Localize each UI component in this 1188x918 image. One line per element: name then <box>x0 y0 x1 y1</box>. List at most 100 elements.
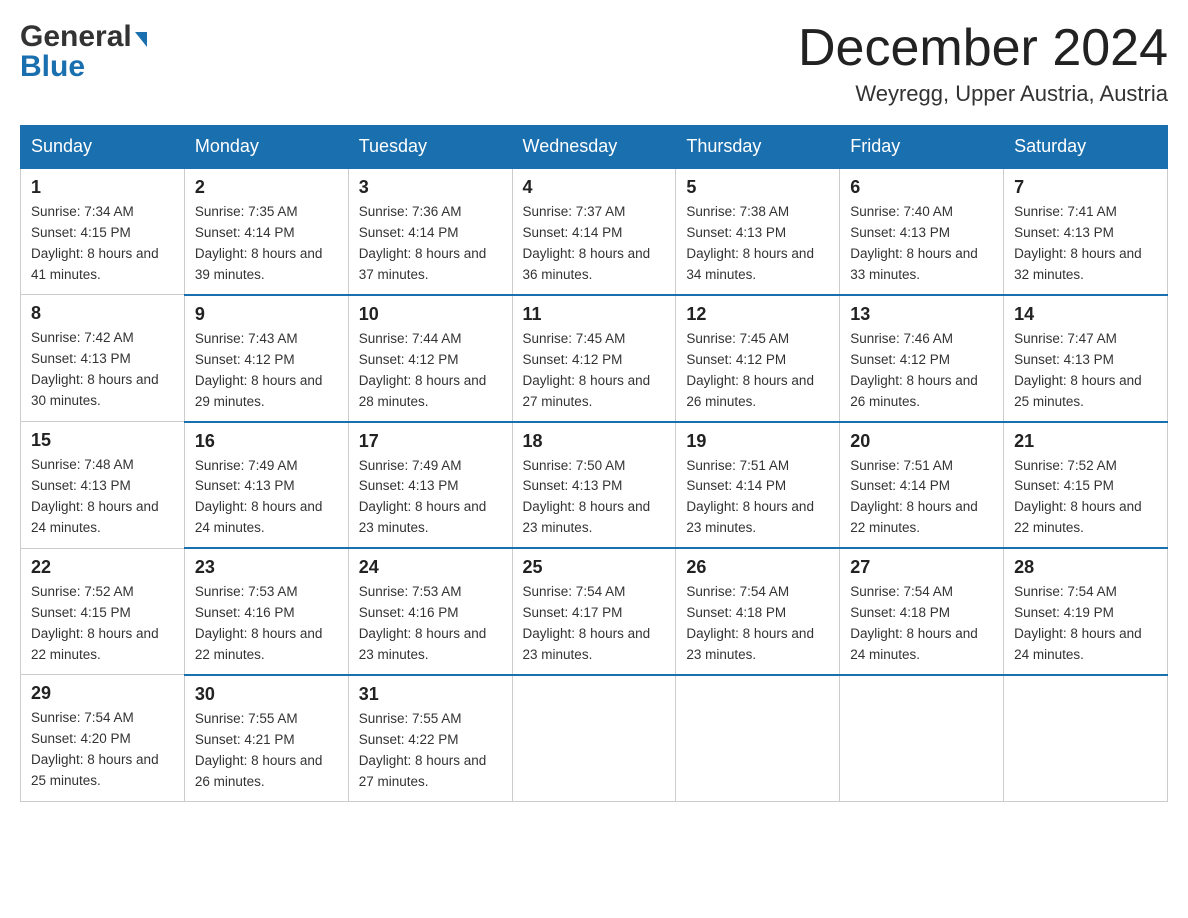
day-info: Sunrise: 7:50 AMSunset: 4:13 PMDaylight:… <box>523 456 666 540</box>
calendar-cell: 2 Sunrise: 7:35 AMSunset: 4:14 PMDaylight… <box>184 168 348 295</box>
calendar-cell: 16 Sunrise: 7:49 AMSunset: 4:13 PMDayligh… <box>184 422 348 549</box>
week-row-2: 8 Sunrise: 7:42 AMSunset: 4:13 PMDaylight… <box>21 295 1168 422</box>
day-info: Sunrise: 7:42 AMSunset: 4:13 PMDaylight:… <box>31 328 174 412</box>
calendar-cell: 20 Sunrise: 7:51 AMSunset: 4:14 PMDayligh… <box>840 422 1004 549</box>
calendar-cell: 12 Sunrise: 7:45 AMSunset: 4:12 PMDayligh… <box>676 295 840 422</box>
calendar-cell: 7 Sunrise: 7:41 AMSunset: 4:13 PMDaylight… <box>1004 168 1168 295</box>
calendar-cell: 21 Sunrise: 7:52 AMSunset: 4:15 PMDayligh… <box>1004 422 1168 549</box>
day-info: Sunrise: 7:34 AMSunset: 4:15 PMDaylight:… <box>31 202 174 286</box>
day-info: Sunrise: 7:35 AMSunset: 4:14 PMDaylight:… <box>195 202 338 286</box>
calendar-cell: 11 Sunrise: 7:45 AMSunset: 4:12 PMDayligh… <box>512 295 676 422</box>
day-number: 22 <box>31 557 174 578</box>
calendar-cell: 4Sunrise: 7:37 AMSunset: 4:14 PMDaylight… <box>512 168 676 295</box>
calendar-cell: 6Sunrise: 7:40 AMSunset: 4:13 PMDaylight… <box>840 168 1004 295</box>
day-number: 9 <box>195 304 338 325</box>
calendar-cell <box>840 675 1004 801</box>
day-number: 16 <box>195 431 338 452</box>
logo-blue-text: Blue <box>20 52 85 82</box>
day-info: Sunrise: 7:41 AMSunset: 4:13 PMDaylight:… <box>1014 202 1157 286</box>
calendar-cell: 1 Sunrise: 7:34 AMSunset: 4:15 PMDaylight… <box>21 168 185 295</box>
day-number: 3 <box>359 177 502 198</box>
day-number: 8 <box>31 303 174 324</box>
calendar-cell: 23Sunrise: 7:53 AMSunset: 4:16 PMDayligh… <box>184 548 348 675</box>
logo-triangle-icon <box>135 32 147 47</box>
day-number: 21 <box>1014 431 1157 452</box>
day-info: Sunrise: 7:45 AMSunset: 4:12 PMDaylight:… <box>523 329 666 413</box>
day-number: 26 <box>686 557 829 578</box>
day-info: Sunrise: 7:45 AMSunset: 4:12 PMDaylight:… <box>686 329 829 413</box>
calendar-cell: 13 Sunrise: 7:46 AMSunset: 4:12 PMDayligh… <box>840 295 1004 422</box>
calendar-cell: 9 Sunrise: 7:43 AMSunset: 4:12 PMDaylight… <box>184 295 348 422</box>
calendar-cell: 28 Sunrise: 7:54 AMSunset: 4:19 PMDayligh… <box>1004 548 1168 675</box>
day-number: 1 <box>31 177 174 198</box>
calendar-cell: 14Sunrise: 7:47 AMSunset: 4:13 PMDayligh… <box>1004 295 1168 422</box>
day-info: Sunrise: 7:46 AMSunset: 4:12 PMDaylight:… <box>850 329 993 413</box>
calendar-cell: 18 Sunrise: 7:50 AMSunset: 4:13 PMDayligh… <box>512 422 676 549</box>
calendar-cell: 8 Sunrise: 7:42 AMSunset: 4:13 PMDaylight… <box>21 295 185 422</box>
header-day-monday: Monday <box>184 126 348 169</box>
calendar-header-row: SundayMondayTuesdayWednesdayThursdayFrid… <box>21 126 1168 169</box>
day-number: 10 <box>359 304 502 325</box>
calendar-cell <box>1004 675 1168 801</box>
day-number: 2 <box>195 177 338 198</box>
header-day-sunday: Sunday <box>21 126 185 169</box>
day-number: 20 <box>850 431 993 452</box>
day-number: 18 <box>523 431 666 452</box>
day-info: Sunrise: 7:51 AMSunset: 4:14 PMDaylight:… <box>686 456 829 540</box>
header-day-wednesday: Wednesday <box>512 126 676 169</box>
calendar-cell: 24Sunrise: 7:53 AMSunset: 4:16 PMDayligh… <box>348 548 512 675</box>
day-number: 24 <box>359 557 502 578</box>
day-number: 4 <box>523 177 666 198</box>
day-info: Sunrise: 7:36 AMSunset: 4:14 PMDaylight:… <box>359 202 502 286</box>
calendar-cell: 10Sunrise: 7:44 AMSunset: 4:12 PMDayligh… <box>348 295 512 422</box>
day-info: Sunrise: 7:40 AMSunset: 4:13 PMDaylight:… <box>850 202 993 286</box>
day-info: Sunrise: 7:43 AMSunset: 4:12 PMDaylight:… <box>195 329 338 413</box>
day-number: 30 <box>195 684 338 705</box>
calendar-cell: 5Sunrise: 7:38 AMSunset: 4:13 PMDaylight… <box>676 168 840 295</box>
day-info: Sunrise: 7:51 AMSunset: 4:14 PMDaylight:… <box>850 456 993 540</box>
calendar-cell: 17 Sunrise: 7:49 AMSunset: 4:13 PMDayligh… <box>348 422 512 549</box>
calendar-cell: 15Sunrise: 7:48 AMSunset: 4:13 PMDayligh… <box>21 422 185 549</box>
day-info: Sunrise: 7:55 AMSunset: 4:22 PMDaylight:… <box>359 709 502 793</box>
day-number: 13 <box>850 304 993 325</box>
logo: General Blue <box>20 20 147 82</box>
day-number: 28 <box>1014 557 1157 578</box>
day-info: Sunrise: 7:54 AMSunset: 4:19 PMDaylight:… <box>1014 582 1157 666</box>
header-day-tuesday: Tuesday <box>348 126 512 169</box>
title-area: December 2024 Weyregg, Upper Austria, Au… <box>798 20 1168 107</box>
calendar-cell: 25 Sunrise: 7:54 AMSunset: 4:17 PMDayligh… <box>512 548 676 675</box>
day-info: Sunrise: 7:52 AMSunset: 4:15 PMDaylight:… <box>31 582 174 666</box>
day-number: 17 <box>359 431 502 452</box>
day-number: 12 <box>686 304 829 325</box>
day-number: 11 <box>523 304 666 325</box>
calendar-cell: 27 Sunrise: 7:54 AMSunset: 4:18 PMDayligh… <box>840 548 1004 675</box>
day-info: Sunrise: 7:53 AMSunset: 4:16 PMDaylight:… <box>195 582 338 666</box>
day-number: 29 <box>31 683 174 704</box>
day-number: 14 <box>1014 304 1157 325</box>
day-number: 15 <box>31 430 174 451</box>
calendar-cell: 22 Sunrise: 7:52 AMSunset: 4:15 PMDayligh… <box>21 548 185 675</box>
calendar-cell: 30Sunrise: 7:55 AMSunset: 4:21 PMDayligh… <box>184 675 348 801</box>
day-info: Sunrise: 7:49 AMSunset: 4:13 PMDaylight:… <box>195 456 338 540</box>
day-info: Sunrise: 7:38 AMSunset: 4:13 PMDaylight:… <box>686 202 829 286</box>
month-title: December 2024 <box>798 20 1168 77</box>
calendar-cell: 3 Sunrise: 7:36 AMSunset: 4:14 PMDaylight… <box>348 168 512 295</box>
day-number: 7 <box>1014 177 1157 198</box>
header-day-saturday: Saturday <box>1004 126 1168 169</box>
week-row-5: 29 Sunrise: 7:54 AMSunset: 4:20 PMDayligh… <box>21 675 1168 801</box>
day-number: 27 <box>850 557 993 578</box>
day-info: Sunrise: 7:54 AMSunset: 4:20 PMDaylight:… <box>31 708 174 792</box>
day-info: Sunrise: 7:49 AMSunset: 4:13 PMDaylight:… <box>359 456 502 540</box>
header-day-friday: Friday <box>840 126 1004 169</box>
day-number: 31 <box>359 684 502 705</box>
calendar-cell: 19Sunrise: 7:51 AMSunset: 4:14 PMDayligh… <box>676 422 840 549</box>
day-info: Sunrise: 7:54 AMSunset: 4:17 PMDaylight:… <box>523 582 666 666</box>
week-row-3: 15Sunrise: 7:48 AMSunset: 4:13 PMDayligh… <box>21 422 1168 549</box>
header: General Blue December 2024 Weyregg, Uppe… <box>20 20 1168 107</box>
calendar-cell: 26Sunrise: 7:54 AMSunset: 4:18 PMDayligh… <box>676 548 840 675</box>
day-info: Sunrise: 7:52 AMSunset: 4:15 PMDaylight:… <box>1014 456 1157 540</box>
calendar-table: SundayMondayTuesdayWednesdayThursdayFrid… <box>20 125 1168 801</box>
day-number: 25 <box>523 557 666 578</box>
calendar-cell <box>512 675 676 801</box>
day-info: Sunrise: 7:54 AMSunset: 4:18 PMDaylight:… <box>850 582 993 666</box>
